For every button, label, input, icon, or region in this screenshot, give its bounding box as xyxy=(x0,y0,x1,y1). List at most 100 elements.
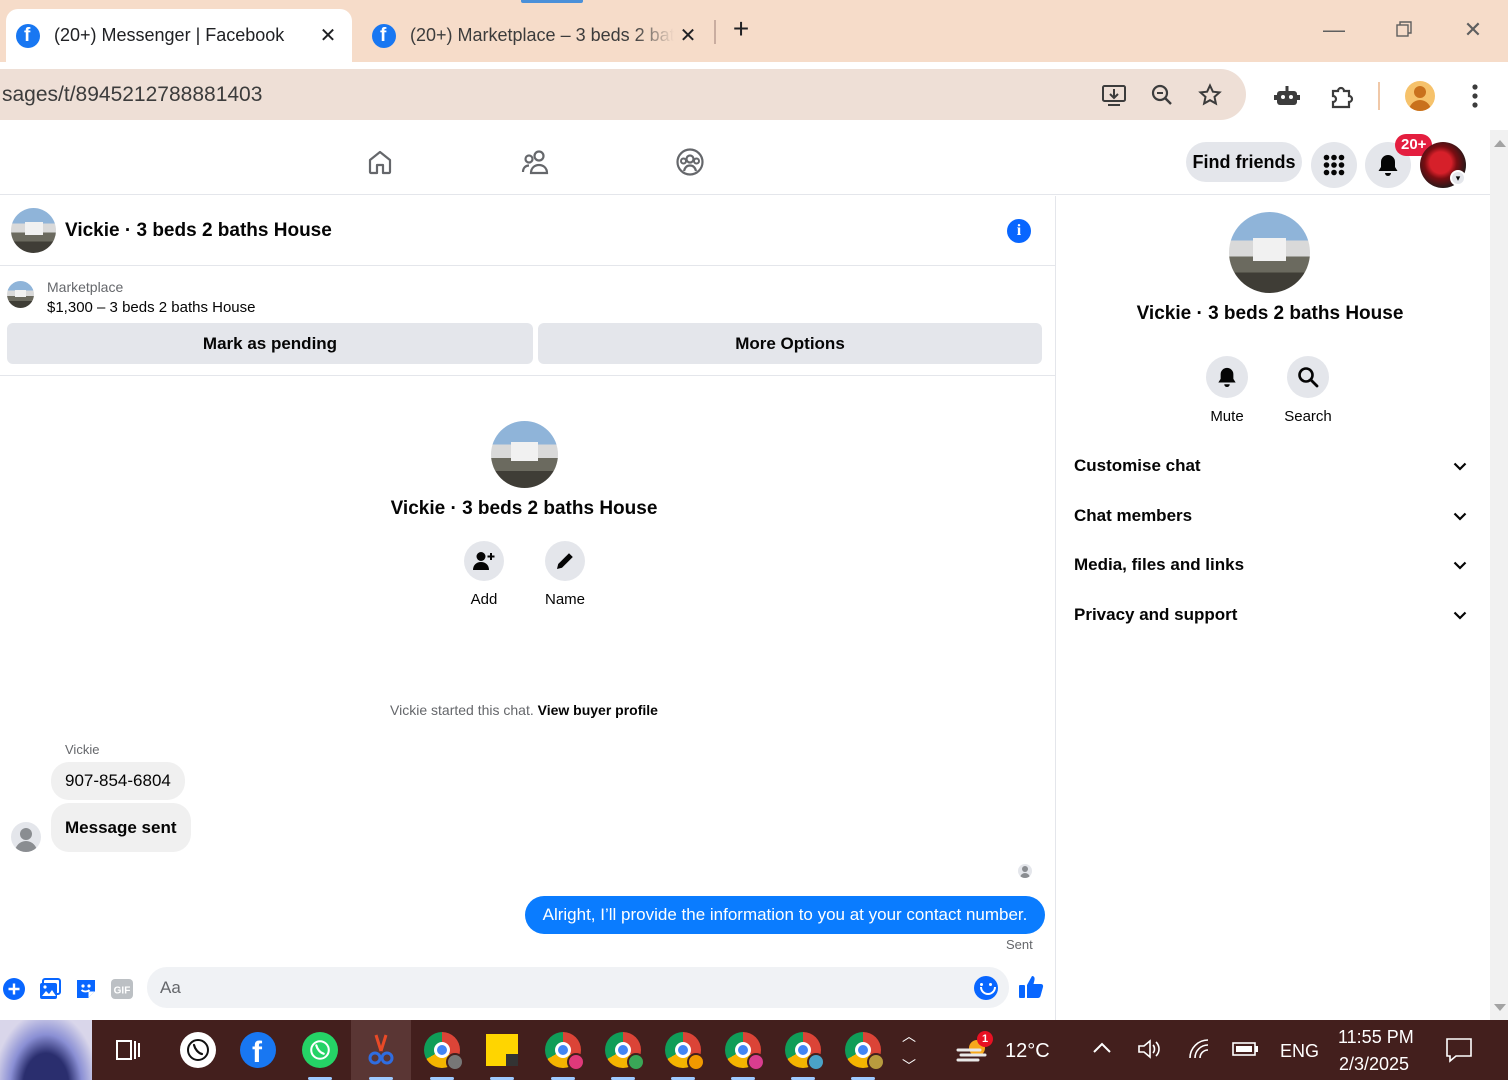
section-customise-chat[interactable]: Customise chat xyxy=(1074,446,1470,486)
friends-icon[interactable] xyxy=(520,146,552,178)
chat-started-notice: Vickie started this chat. View buyer pro… xyxy=(0,702,1048,718)
zoom-icon[interactable] xyxy=(1138,75,1186,115)
message-input[interactable] xyxy=(147,967,1009,1008)
notification-center-icon[interactable] xyxy=(1445,1037,1473,1068)
scroll-up-icon[interactable] xyxy=(1494,140,1506,147)
mark-as-pending-button[interactable]: Mark as pending xyxy=(7,323,533,364)
whatsapp-app-icon[interactable] xyxy=(290,1020,350,1080)
pencil-icon xyxy=(545,541,585,581)
tab-close-icon[interactable]: ✕ xyxy=(674,23,702,48)
menu-grid-icon[interactable] xyxy=(1311,142,1357,188)
marketplace-label: Marketplace xyxy=(47,279,124,295)
sticky-notes-icon[interactable] xyxy=(472,1020,532,1080)
more-options-button[interactable]: More Options xyxy=(538,323,1042,364)
mute-label: Mute xyxy=(1210,408,1244,425)
address-bar[interactable]: sages/t/8945212788881403 xyxy=(0,69,1246,120)
chat-avatar[interactable] xyxy=(11,208,56,253)
facebook-favicon-icon xyxy=(372,23,396,48)
incoming-message[interactable]: 907-854-6804 xyxy=(51,762,185,800)
listing-title[interactable]: $1,300 – 3 beds 2 baths House xyxy=(47,299,256,316)
profile-avatar-icon[interactable] xyxy=(1400,76,1440,116)
chevron-down-icon xyxy=(1450,555,1470,575)
chrome-profile-icon[interactable] xyxy=(533,1020,593,1080)
volume-icon[interactable] xyxy=(1137,1038,1163,1065)
section-media-files-links[interactable]: Media, files and links xyxy=(1074,545,1470,585)
tab-loading-indicator xyxy=(521,0,583,3)
photo-icon[interactable] xyxy=(37,976,63,1002)
groups-icon[interactable] xyxy=(674,146,706,178)
new-tab-button[interactable]: + xyxy=(728,14,754,44)
menu-kebab-icon[interactable] xyxy=(1455,76,1495,116)
section-label: Chat members xyxy=(1074,506,1193,525)
chrome-profile-icon[interactable] xyxy=(713,1020,773,1080)
search-icon xyxy=(1287,356,1329,398)
chat-title[interactable]: Vickie · 3 beds 2 baths House xyxy=(65,220,332,242)
view-buyer-profile-link[interactable]: View buyer profile xyxy=(538,702,658,718)
add-people-button[interactable]: Add xyxy=(454,541,514,608)
page-scrollbar[interactable] xyxy=(1490,130,1508,1020)
seen-avatar xyxy=(1018,864,1032,878)
task-view-icon[interactable] xyxy=(98,1020,158,1080)
show-hidden-icons-icon[interactable] xyxy=(1092,1038,1112,1063)
section-privacy-support[interactable]: Privacy and support xyxy=(1074,595,1470,635)
wifi-icon[interactable] xyxy=(1187,1038,1213,1065)
chrome-profile-icon[interactable] xyxy=(412,1020,472,1080)
sticker-icon[interactable] xyxy=(73,976,99,1002)
bell-icon xyxy=(1206,356,1248,398)
find-friends-button[interactable]: Find friends xyxy=(1186,142,1302,182)
mute-button[interactable]: Mute xyxy=(1187,356,1267,425)
name-chat-button[interactable]: Name xyxy=(535,541,595,608)
chrome-profile-icon[interactable] xyxy=(833,1020,893,1080)
tab-close-icon[interactable]: ✕ xyxy=(314,23,342,48)
install-app-icon[interactable] xyxy=(1090,75,1138,115)
facebook-header: Find friends 20+ ▾ xyxy=(0,130,1490,195)
taskbar-scroll-down-icon[interactable]: ﹀ xyxy=(902,1056,916,1076)
weather-temp[interactable]: 12°C xyxy=(1005,1040,1050,1063)
minimize-icon[interactable]: — xyxy=(1314,14,1354,46)
facebook-app-icon[interactable]: f xyxy=(228,1020,288,1080)
section-label: Privacy and support xyxy=(1074,605,1238,624)
restore-icon[interactable] xyxy=(1384,14,1424,46)
outgoing-message[interactable]: Alright, I’ll provide the information to… xyxy=(525,896,1045,934)
section-label: Customise chat xyxy=(1074,456,1201,475)
name-label: Name xyxy=(544,591,585,608)
whatsapp-web-icon[interactable] xyxy=(168,1020,228,1080)
tab-messenger[interactable]: (20+) Messenger | Facebook ✕ xyxy=(6,9,352,62)
incoming-message[interactable]: Message sent xyxy=(51,803,191,852)
taskbar-scroll-up-icon[interactable]: ︿ xyxy=(902,1026,916,1046)
gif-label: GIF xyxy=(114,986,131,997)
snipping-tool-icon[interactable] xyxy=(351,1020,411,1080)
emoji-icon[interactable] xyxy=(974,976,998,1000)
clock-time[interactable]: 11:55 PM xyxy=(1338,1027,1414,1048)
tab-marketplace[interactable]: (20+) Marketplace – 3 beds 2 baths House… xyxy=(362,9,712,62)
chrome-profile-icon[interactable] xyxy=(773,1020,833,1080)
address-url[interactable]: sages/t/8945212788881403 xyxy=(0,83,1090,107)
section-chat-members[interactable]: Chat members xyxy=(1074,496,1470,536)
info-icon[interactable]: i xyxy=(1007,219,1031,243)
sender-avatar[interactable] xyxy=(11,822,41,852)
home-icon[interactable] xyxy=(364,146,396,178)
side-avatar[interactable] xyxy=(1229,212,1310,293)
robot-extension-icon[interactable] xyxy=(1267,76,1307,116)
extensions-puzzle-icon[interactable] xyxy=(1322,76,1362,116)
widgets-thumbnail[interactable] xyxy=(0,1020,92,1080)
listing-thumbnail[interactable] xyxy=(7,281,34,308)
battery-icon[interactable] xyxy=(1232,1040,1260,1063)
chevron-down-icon[interactable]: ▾ xyxy=(1450,170,1466,186)
browser-toolbar: sages/t/8945212788881403 xyxy=(0,62,1508,128)
add-person-icon xyxy=(464,541,504,581)
chrome-profile-icon[interactable] xyxy=(593,1020,653,1080)
window-close-icon[interactable]: ✕ xyxy=(1453,14,1493,46)
plus-icon[interactable] xyxy=(1,976,27,1002)
language-indicator[interactable]: ENG xyxy=(1280,1041,1319,1062)
marketplace-bar: Marketplace $1,300 – 3 beds 2 baths Hous… xyxy=(0,267,1056,376)
windows-taskbar: f ︿ ﹀ 1 12°C ENG 11:55 PM 2/3/2025 xyxy=(0,1020,1508,1080)
chrome-profile-icon[interactable] xyxy=(653,1020,713,1080)
chat-header: Vickie · 3 beds 2 baths House i xyxy=(0,196,1056,266)
scroll-down-icon[interactable] xyxy=(1494,1004,1506,1011)
search-button[interactable]: Search xyxy=(1268,356,1348,425)
like-icon[interactable] xyxy=(1018,974,1044,1000)
clock-date[interactable]: 2/3/2025 xyxy=(1339,1054,1409,1075)
bookmark-star-icon[interactable] xyxy=(1186,75,1234,115)
gif-icon[interactable]: GIF xyxy=(109,976,135,1002)
